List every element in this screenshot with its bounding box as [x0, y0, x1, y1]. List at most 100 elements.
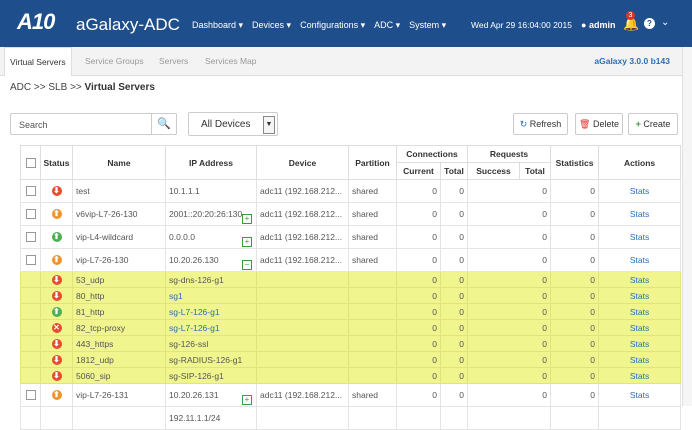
menu-devices[interactable]: Devices ▾ — [252, 20, 291, 31]
table-row-port[interactable]: ⬇ 5060_sip sg-SIP-126-g1 0 0 0 0 Stats — [20, 367, 682, 384]
device-cell — [256, 367, 349, 384]
col-partition[interactable]: Partition — [348, 145, 397, 180]
table-row-port[interactable]: ⬇ 53_udp sg-dns-126-g1 0 0 0 0 Stats — [20, 271, 682, 288]
row-checkbox[interactable] — [25, 255, 36, 266]
status-cell: ⬇ — [40, 351, 73, 368]
select-all-checkbox[interactable] — [25, 157, 36, 168]
stats-link[interactable] — [598, 406, 682, 430]
row-checkbox[interactable] — [25, 232, 36, 243]
name-cell: 80_http — [72, 287, 166, 304]
stats-link[interactable]: Stats — [598, 383, 682, 407]
table-row-port[interactable]: ⬇ 443_https sg-126-ssl 0 0 0 0 Stats — [20, 335, 682, 352]
col-requests-total[interactable]: Total — [519, 162, 552, 180]
tab-service-groups[interactable]: Service Groups — [85, 47, 144, 75]
row-checkbox[interactable] — [25, 186, 36, 197]
table-row-port[interactable]: ✕ 82_tcp-proxy sg-L7-126-g1 0 0 0 0 Stats — [20, 319, 682, 336]
ip-address-cell[interactable]: sg-L7-126-g1 — [165, 303, 257, 320]
help-icon[interactable]: ? — [644, 18, 655, 29]
search-box[interactable]: Search 🔍 — [10, 113, 177, 135]
refresh-button[interactable]: ↻ Refresh — [513, 113, 568, 135]
stats-link[interactable]: Stats — [598, 303, 682, 320]
delete-button[interactable]: 🗑 Delete — [575, 113, 623, 135]
create-button[interactable]: + Create — [628, 113, 678, 135]
stats-link[interactable]: Stats — [598, 202, 682, 226]
row-checkbox[interactable] — [25, 390, 36, 401]
row-select-cell[interactable] — [20, 367, 41, 384]
table-row-port[interactable]: ⬆ 81_http sg-L7-126-g1 0 0 0 0 Stats — [20, 303, 682, 320]
stats-link[interactable]: Stats — [598, 248, 682, 272]
table-row[interactable]: ⬆ vip-L7-26-131 10.20.26.131 + adc11 (192.16… — [20, 383, 682, 407]
select-all-header[interactable] — [20, 145, 41, 180]
tab-services-map[interactable]: Services Map — [205, 47, 257, 75]
row-select-cell[interactable] — [20, 351, 41, 368]
row-select-cell[interactable] — [20, 303, 41, 320]
col-connections-total[interactable]: Total — [439, 162, 469, 180]
table-row[interactable]: 192.11.1.1/24 — [20, 406, 682, 430]
table-row[interactable]: ⬆ v6vip-L7-26-130 2001::20:20:26:130 + adc11… — [20, 202, 682, 226]
menu-adc[interactable]: ADC ▾ — [374, 20, 400, 31]
scrollbar[interactable] — [682, 47, 692, 406]
breadcrumb-current: Virtual Servers — [84, 82, 155, 93]
table-row[interactable]: ⬆ vip-L7-26-130 10.20.26.130 − adc11 (192.16… — [20, 248, 682, 272]
row-select-cell[interactable] — [20, 287, 41, 304]
row-select-cell[interactable] — [20, 383, 41, 407]
connections-total-cell: 0 — [439, 351, 469, 368]
user-name: admin — [588, 20, 616, 30]
row-select-cell[interactable] — [20, 406, 41, 430]
col-ip-address[interactable]: IP Address — [165, 145, 257, 180]
requests-success-cell: 0 — [467, 303, 552, 320]
row-select-cell[interactable] — [20, 179, 41, 203]
table-row-port[interactable]: ⬇ 80_http sg1 0 0 0 0 Stats — [20, 287, 682, 304]
top-nav-bar: A10 aGalaxy-ADC Dashboard ▾ Devices ▾ Co… — [0, 0, 692, 47]
row-select-cell[interactable] — [20, 248, 41, 272]
a10-logo[interactable]: A10 — [17, 9, 55, 35]
search-input[interactable]: Search — [19, 120, 48, 130]
tab-servers[interactable]: Servers — [159, 47, 188, 75]
stats-link[interactable]: Stats — [598, 271, 682, 288]
expand-toggle-icon[interactable]: + — [242, 395, 252, 405]
stats-link[interactable]: Stats — [598, 351, 682, 368]
ip-address-text: sg-SIP-126-g1 — [169, 370, 224, 381]
menu-dashboard[interactable]: Dashboard ▾ — [192, 20, 243, 31]
breadcrumb-sep: >> — [70, 82, 82, 93]
connections-total-cell: 0 — [439, 179, 469, 203]
col-name[interactable]: Name — [72, 145, 166, 180]
caret-down-icon[interactable]: ▼ — [263, 116, 275, 134]
table-row-port[interactable]: ⬇ 1812_udp sg-RADIUS-126-g1 0 0 0 0 Stats — [20, 351, 682, 368]
row-select-cell[interactable] — [20, 319, 41, 336]
table-row[interactable]: ⬇ test 10.1.1.1 adc11 (192.168.212... shared… — [20, 179, 682, 203]
row-checkbox[interactable] — [25, 209, 36, 220]
stats-link[interactable]: Stats — [598, 225, 682, 249]
expand-toggle-icon[interactable]: + — [242, 237, 252, 247]
col-connections-current[interactable]: Current — [396, 162, 441, 180]
status-cell: ✕ — [40, 319, 73, 336]
menu-configurations[interactable]: Configurations ▾ — [300, 20, 365, 31]
stats-link[interactable]: Stats — [598, 335, 682, 352]
device-filter-select[interactable]: All Devices ▼ — [188, 112, 278, 136]
stats-link[interactable]: Stats — [598, 367, 682, 384]
expand-toggle-icon[interactable]: − — [242, 260, 252, 270]
stats-link[interactable]: Stats — [598, 319, 682, 336]
breadcrumb-adc[interactable]: ADC — [10, 82, 31, 93]
expand-toggle-icon[interactable]: + — [242, 214, 252, 224]
stats-link[interactable]: Stats — [598, 287, 682, 304]
connections-current-cell: 0 — [396, 367, 441, 384]
row-select-cell[interactable] — [20, 225, 41, 249]
ip-address-cell[interactable]: sg-L7-126-g1 — [165, 319, 257, 336]
user-menu[interactable]: ● admin — [581, 20, 615, 30]
row-select-cell[interactable] — [20, 202, 41, 226]
breadcrumb-slb[interactable]: SLB — [48, 82, 67, 93]
stats-link[interactable]: Stats — [598, 179, 682, 203]
name-cell: 1812_udp — [72, 351, 166, 368]
table-row[interactable]: ⬆ vip-L4-wildcard 0.0.0.0 + adc11 (192.168.2… — [20, 225, 682, 249]
tab-virtual-servers[interactable]: Virtual Servers — [4, 47, 72, 76]
col-requests-success[interactable]: Success — [467, 162, 521, 180]
col-status[interactable]: Status — [40, 145, 73, 180]
row-select-cell[interactable] — [20, 271, 41, 288]
row-select-cell[interactable] — [20, 335, 41, 352]
menu-system[interactable]: System ▾ — [409, 20, 446, 31]
ip-address-cell[interactable]: sg1 — [165, 287, 257, 304]
search-icon[interactable]: 🔍 — [151, 114, 176, 134]
chevron-down-icon[interactable]: ⌄ — [661, 17, 669, 28]
col-device[interactable]: Device — [256, 145, 349, 180]
